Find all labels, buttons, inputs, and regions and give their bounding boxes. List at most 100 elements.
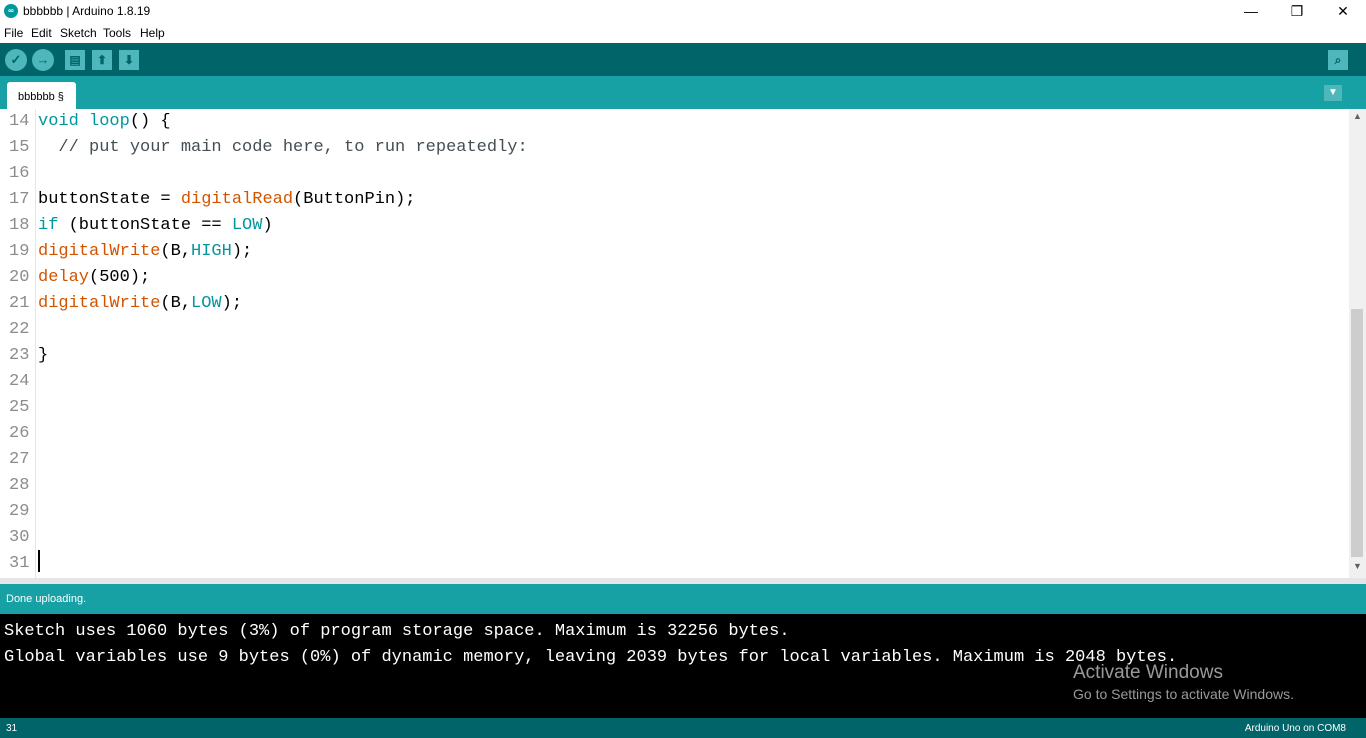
tab-bar: bbbbbb § ▼: [0, 76, 1366, 109]
line-number: 28: [9, 476, 30, 495]
activate-windows-subtitle: Go to Settings to activate Windows.: [1073, 686, 1294, 702]
code-line[interactable]: 28: [0, 473, 1349, 499]
code-token: LOW: [231, 216, 263, 235]
code-line[interactable]: 24: [0, 369, 1349, 395]
code-line[interactable]: 29: [0, 499, 1349, 525]
code-token: (buttonState ==: [58, 216, 232, 235]
menu-file[interactable]: File: [4, 26, 23, 40]
line-number: 25: [9, 398, 30, 417]
line-number: 18: [9, 216, 30, 235]
save-sketch-button[interactable]: ⬇: [119, 50, 139, 70]
code-token: () {: [129, 112, 171, 131]
code-token: ): [262, 216, 273, 235]
window-title: bbbbbb | Arduino 1.8.19: [23, 4, 151, 18]
toolbar: ✓ → ▤ ⬆ ⬇ ⌕: [0, 43, 1366, 76]
line-number: 24: [9, 372, 30, 391]
line-number: 17: [9, 190, 30, 209]
code-text: // put your main code here, to run repea…: [38, 135, 528, 161]
code-text: delay(500);: [38, 265, 150, 291]
text-cursor: [38, 550, 40, 572]
code-text: void loop() {: [38, 109, 171, 135]
open-sketch-button[interactable]: ⬆: [92, 50, 112, 70]
code-text: digitalWrite(B,LOW);: [38, 291, 242, 317]
code-line[interactable]: 18 if (buttonState == LOW): [0, 213, 1349, 239]
status-message: Done uploading.: [6, 593, 87, 605]
activate-windows-title: Activate Windows: [1073, 662, 1223, 683]
upload-button[interactable]: →: [32, 49, 54, 71]
console-line: Sketch uses 1060 bytes (3%) of program s…: [4, 622, 790, 641]
line-number: 20: [9, 268, 30, 287]
code-token: digitalRead: [180, 190, 294, 209]
bottom-status-bar: 31 Arduino Uno on COM8: [0, 718, 1366, 738]
code-line[interactable]: 20 delay(500);: [0, 265, 1349, 291]
code-token: );: [231, 242, 253, 261]
menu-bar: File Edit Sketch Tools Help: [0, 24, 1366, 43]
line-number: 23: [9, 346, 30, 365]
code-token: digitalWrite: [38, 242, 161, 261]
code-token: // put your main code here, to run repea…: [38, 138, 528, 157]
code-line[interactable]: 31: [0, 551, 1349, 577]
line-number: 26: [9, 424, 30, 443]
editor-scrollbar[interactable]: ▲ ▼: [1349, 109, 1366, 578]
board-port-info: Arduino Uno on COM8: [1244, 723, 1346, 734]
code-token: HIGH: [191, 242, 232, 261]
restore-button[interactable]: ❐: [1274, 0, 1320, 24]
menu-edit[interactable]: Edit: [31, 26, 52, 40]
code-token: );: [221, 294, 243, 313]
tab-menu-button[interactable]: ▼: [1324, 85, 1342, 101]
menu-sketch[interactable]: Sketch: [60, 26, 97, 40]
code-token: loop: [89, 112, 130, 131]
code-text: if (buttonState == LOW): [38, 213, 273, 239]
line-number: 27: [9, 450, 30, 469]
code-editor[interactable]: 14 void loop() {15 // put your main code …: [0, 109, 1349, 578]
code-line[interactable]: 15 // put your main code here, to run re…: [0, 135, 1349, 161]
line-number: 22: [9, 320, 30, 339]
line-number: 30: [9, 528, 30, 547]
code-line[interactable]: 22: [0, 317, 1349, 343]
code-line[interactable]: 17 buttonState = digitalRead(ButtonPin);: [0, 187, 1349, 213]
minimize-button[interactable]: —: [1228, 0, 1274, 24]
code-line[interactable]: 30: [0, 525, 1349, 551]
arduino-logo-icon: ∞: [4, 4, 18, 18]
code-token: }: [38, 346, 49, 365]
code-token: (500);: [89, 268, 151, 287]
code-token: (B,: [160, 294, 192, 313]
code-text: buttonState = digitalRead(ButtonPin);: [38, 187, 415, 213]
code-line[interactable]: 23}: [0, 343, 1349, 369]
serial-monitor-button[interactable]: ⌕: [1328, 50, 1348, 70]
scroll-down-icon[interactable]: ▼: [1349, 561, 1366, 575]
code-token: (ButtonPin);: [293, 190, 416, 209]
output-console: Sketch uses 1060 bytes (3%) of program s…: [0, 614, 1366, 718]
line-number: 19: [9, 242, 30, 261]
code-line[interactable]: 19 digitalWrite(B,HIGH);: [0, 239, 1349, 265]
code-line[interactable]: 21 digitalWrite(B,LOW);: [0, 291, 1349, 317]
line-number: 14: [9, 112, 30, 131]
menu-help[interactable]: Help: [140, 26, 165, 40]
scroll-up-icon[interactable]: ▲: [1349, 111, 1366, 125]
verify-button[interactable]: ✓: [5, 49, 27, 71]
close-button[interactable]: ✕: [1320, 0, 1366, 24]
code-token: delay: [38, 268, 90, 287]
code-token: if: [38, 216, 59, 235]
line-number: 21: [9, 294, 30, 313]
scrollbar-thumb[interactable]: [1351, 309, 1363, 557]
code-text: }: [38, 343, 48, 369]
code-line[interactable]: 26: [0, 421, 1349, 447]
code-line[interactable]: 25: [0, 395, 1349, 421]
code-token: LOW: [191, 294, 222, 313]
code-token: digitalWrite: [38, 294, 161, 313]
code-line[interactable]: 14 void loop() {: [0, 109, 1349, 135]
code-line[interactable]: 16: [0, 161, 1349, 187]
current-line-number: 31: [6, 723, 18, 734]
menu-tools[interactable]: Tools: [103, 26, 131, 40]
title-bar: ∞ bbbbbb | Arduino 1.8.19 — ❐ ✕: [0, 0, 1366, 24]
code-line[interactable]: 27: [0, 447, 1349, 473]
line-number: 31: [9, 554, 30, 573]
tab-sketch[interactable]: bbbbbb §: [7, 82, 76, 109]
new-sketch-button[interactable]: ▤: [65, 50, 85, 70]
code-text: digitalWrite(B,HIGH);: [38, 239, 252, 265]
code-token: (B,: [160, 242, 192, 261]
line-number: 29: [9, 502, 30, 521]
status-bar: Done uploading.: [0, 584, 1366, 614]
